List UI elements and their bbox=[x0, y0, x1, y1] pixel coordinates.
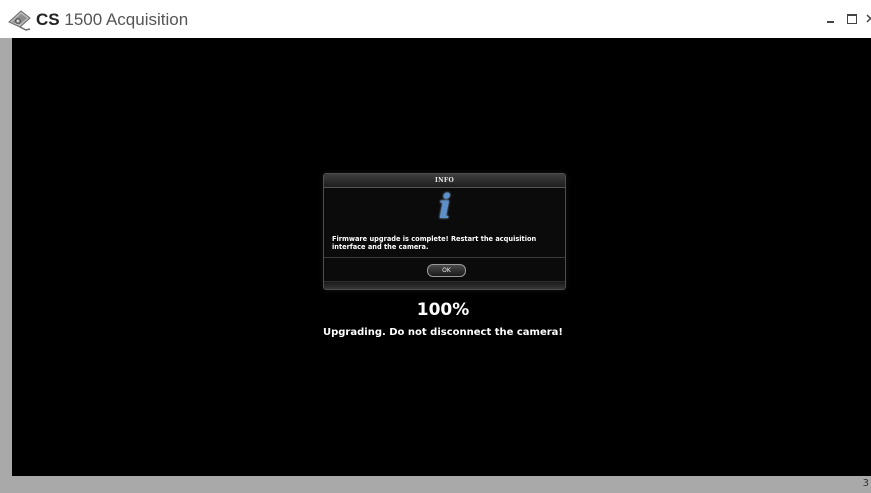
ok-button[interactable]: OK bbox=[427, 264, 466, 277]
app-window: CS 1500 Acquisition INFO i Firmware upgr… bbox=[0, 0, 871, 493]
close-icon bbox=[866, 14, 871, 23]
minimize-button[interactable] bbox=[826, 12, 836, 26]
upgrade-status-text: Upgrading. Do not disconnect the camera! bbox=[323, 327, 563, 338]
status-text: 3 bbox=[862, 478, 869, 489]
window-title-brand: CS bbox=[36, 10, 60, 29]
app-logo-icon bbox=[8, 10, 31, 31]
window-title-text: 1500 Acquisition bbox=[64, 10, 189, 29]
progress-percent: 100% bbox=[416, 300, 470, 320]
dialog-divider bbox=[324, 257, 565, 258]
maximize-button[interactable] bbox=[846, 12, 858, 26]
dialog-title: INFO bbox=[435, 177, 454, 184]
info-dialog: INFO i Firmware upgrade is complete! Res… bbox=[323, 173, 566, 290]
title-bar: CS 1500 Acquisition bbox=[0, 0, 871, 38]
status-bar: 3 bbox=[0, 476, 871, 493]
window-title: CS 1500 Acquisition bbox=[36, 9, 188, 31]
dialog-message: Firmware upgrade is complete! Restart th… bbox=[332, 235, 537, 251]
close-button[interactable] bbox=[866, 12, 871, 26]
dialog-header: INFO bbox=[324, 174, 565, 188]
dialog-footer bbox=[324, 281, 565, 289]
info-icon: i bbox=[438, 187, 452, 227]
